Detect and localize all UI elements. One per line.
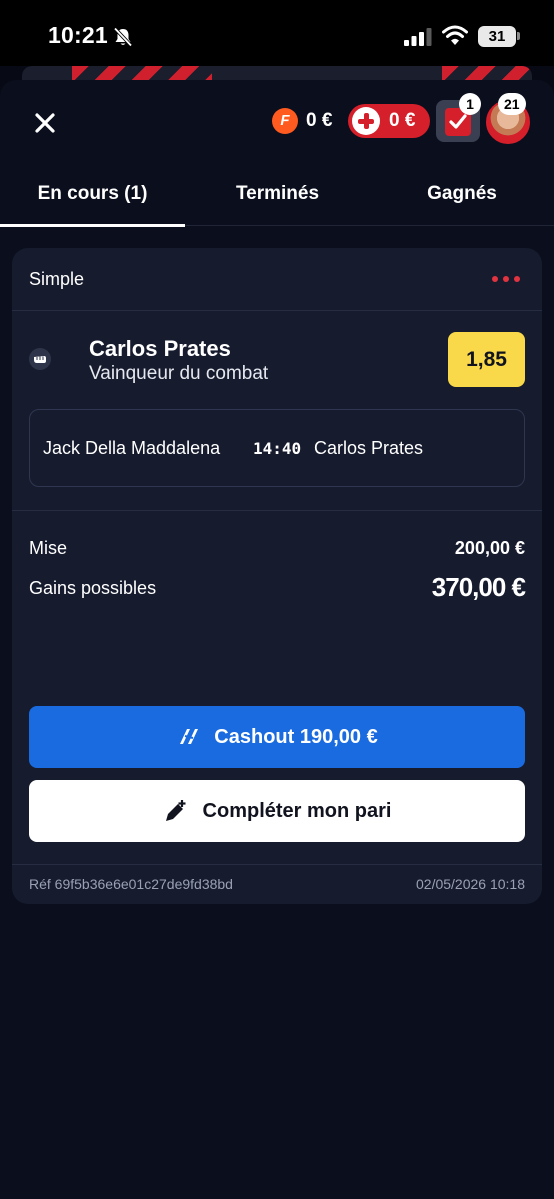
cashout-label: Cashout 190,00 €	[214, 725, 378, 748]
selection-name: Carlos Prates	[89, 336, 231, 361]
plus-icon	[352, 107, 380, 135]
bet-date: 02/05/2026 10:18	[416, 876, 525, 892]
event-time: 14:40	[253, 439, 302, 458]
event-away-fighter: Carlos Prates	[314, 438, 424, 458]
cashout-button[interactable]: Cashout 190,00 €	[29, 706, 525, 768]
complete-bet-button[interactable]: Compléter mon pari	[29, 780, 525, 842]
divider	[12, 864, 542, 865]
profile-badge: 21	[498, 93, 526, 115]
cashout-icon	[180, 729, 199, 744]
freebet-balance[interactable]: F 0 €	[272, 108, 332, 134]
bet-reference: Réf 69f5b36e6e01c27de9fd38bd	[29, 876, 233, 892]
odds-badge: 1,85	[448, 332, 525, 387]
event-home-fighter: Jack Della Maddalena	[43, 438, 221, 458]
stake-value: 200,00 €	[454, 538, 525, 558]
bet-type-label: Simple	[29, 269, 85, 289]
freebet-icon: F	[272, 108, 298, 134]
wifi-icon	[442, 25, 468, 45]
battery-level: 31	[478, 26, 516, 47]
more-options-icon[interactable]	[492, 276, 520, 284]
boost-balance-button[interactable]: 0 €	[348, 104, 430, 138]
boost-amount: 0 €	[389, 110, 416, 131]
potential-winnings-value: 370,00 €	[431, 572, 526, 602]
divider	[12, 310, 542, 311]
tab-termines[interactable]: Terminés	[185, 172, 370, 226]
mma-glove-icon	[29, 348, 51, 370]
bet-card: Simple Carlos Prates Vainqueur du combat…	[12, 248, 542, 904]
close-icon[interactable]	[30, 108, 60, 138]
stake-label: Mise	[29, 538, 68, 558]
status-bar: 10:21 31	[0, 0, 554, 66]
bet-status-tabs: En cours (1) Terminés Gagnés	[0, 172, 554, 227]
tab-en-cours[interactable]: En cours (1)	[0, 172, 185, 227]
my-bets-sheet: F 0 € 0 € 1 21 En cours (1) Terminés Gag…	[0, 80, 554, 1199]
freebet-amount: 0 €	[306, 110, 333, 131]
tab-gagnes[interactable]: Gagnés	[370, 172, 554, 226]
battery-tip	[517, 32, 520, 40]
divider	[12, 510, 542, 511]
pencil-plus-icon	[165, 800, 186, 821]
complete-bet-label: Compléter mon pari	[202, 799, 392, 822]
bell-muted-icon	[113, 27, 133, 47]
event-info[interactable]: Jack Della Maddalena 14:40 Carlos Prates	[29, 409, 525, 487]
betslip-count-badge: 1	[459, 93, 481, 115]
status-time: 10:21	[48, 22, 108, 48]
potential-winnings-label: Gains possibles	[29, 578, 157, 598]
cellular-signal-icon	[404, 28, 432, 46]
market-name: Vainqueur du combat	[89, 363, 269, 384]
